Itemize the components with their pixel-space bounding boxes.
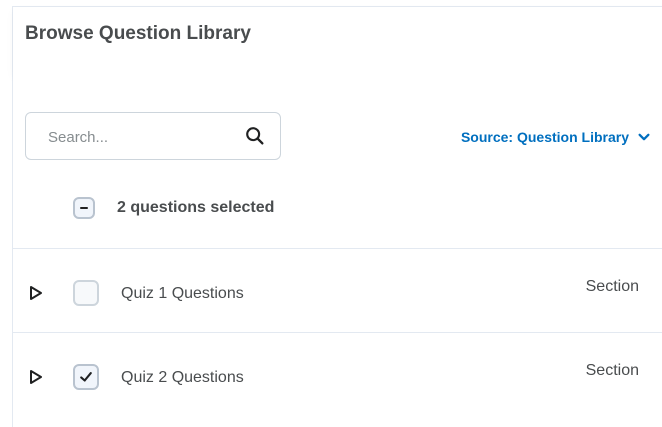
question-library-panel: Browse Question Library Search... Source… [12,6,662,427]
page-title: Browse Question Library [25,23,251,44]
source-label: Source: Question Library [460,129,629,145]
select-all-checkbox[interactable] [73,197,95,219]
expand-icon[interactable] [29,369,43,385]
search-placeholder: Search... [48,129,109,146]
search-input[interactable]: Search... [25,112,281,160]
row-type: Section [585,362,639,379]
selection-count: 2 questions selected [117,199,275,216]
selection-summary: 2 questions selected [73,197,274,219]
table-row[interactable]: Quiz 2 Questions Section [13,333,662,417]
row-checkbox[interactable] [73,364,99,390]
checkmark-icon [80,372,92,382]
toolbar: Search... Source: Question Library [13,73,662,185]
expand-icon[interactable] [29,285,43,301]
table-row[interactable]: Quiz 1 Questions Section [13,249,662,333]
row-checkbox[interactable] [73,280,99,306]
source-dropdown[interactable]: Source: Question Library [461,129,651,145]
row-type: Section [585,278,639,295]
search-icon[interactable] [244,125,266,147]
row-title: Quiz 1 Questions [121,285,244,302]
panel-header: Browse Question Library [13,7,662,74]
row-title: Quiz 2 Questions [121,369,244,386]
chevron-down-icon [638,133,650,141]
